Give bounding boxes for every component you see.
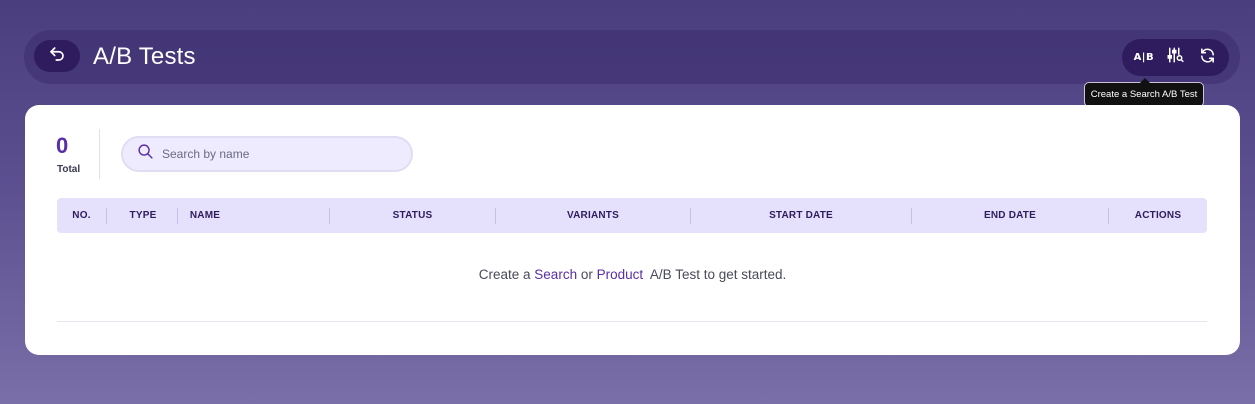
ab-tests-card: 0 Total NO. TYPE NAME STATUS VARIANTS ST… xyxy=(25,105,1240,355)
column-header-end-date[interactable]: END DATE xyxy=(912,198,1108,233)
create-ab-test-button[interactable]: A|B xyxy=(1131,45,1157,71)
search-input[interactable] xyxy=(162,147,392,161)
column-header-variants[interactable]: VARIANTS xyxy=(496,198,690,233)
empty-state-middle: or xyxy=(580,267,593,282)
column-separator xyxy=(177,208,178,224)
divider xyxy=(99,129,100,179)
search-box[interactable] xyxy=(121,136,413,172)
filter-sliders-icon xyxy=(1166,46,1185,69)
column-header-no[interactable]: NO. xyxy=(57,198,106,233)
column-header-status[interactable]: STATUS xyxy=(330,198,495,233)
search-icon xyxy=(137,143,154,165)
column-header-name[interactable]: NAME xyxy=(183,198,227,233)
column-header-start-date[interactable]: START DATE xyxy=(691,198,911,233)
table-header: NO. TYPE NAME STATUS VARIANTS START DATE… xyxy=(57,198,1207,233)
create-product-test-link[interactable]: Product xyxy=(597,267,644,282)
refresh-button[interactable] xyxy=(1194,45,1220,71)
page-header: A/B Tests A|B xyxy=(24,30,1240,84)
total-label: Total xyxy=(57,164,81,175)
column-header-actions: ACTIONS xyxy=(1134,210,1182,221)
filter-button[interactable] xyxy=(1162,45,1188,71)
table-bottom-border xyxy=(57,321,1207,322)
empty-state-prefix: Create a xyxy=(478,267,531,282)
refresh-icon xyxy=(1199,47,1216,69)
create-search-test-link[interactable]: Search xyxy=(534,267,577,282)
back-button[interactable] xyxy=(34,40,80,72)
total-count: 0 xyxy=(56,133,69,158)
column-separator xyxy=(106,208,107,224)
empty-state-message: Create a Search or Product A/B Test to g… xyxy=(25,267,1240,282)
header-toolbar: A|B xyxy=(1122,39,1229,76)
page-title: A/B Tests xyxy=(93,43,196,70)
column-header-type[interactable]: TYPE xyxy=(117,198,169,233)
ab-test-icon: A|B xyxy=(1133,52,1155,63)
back-arrow-icon xyxy=(48,45,66,68)
tooltip: Create a Search A/B Test xyxy=(1085,78,1203,106)
empty-state-suffix: A/B Test to get started. xyxy=(649,267,787,282)
